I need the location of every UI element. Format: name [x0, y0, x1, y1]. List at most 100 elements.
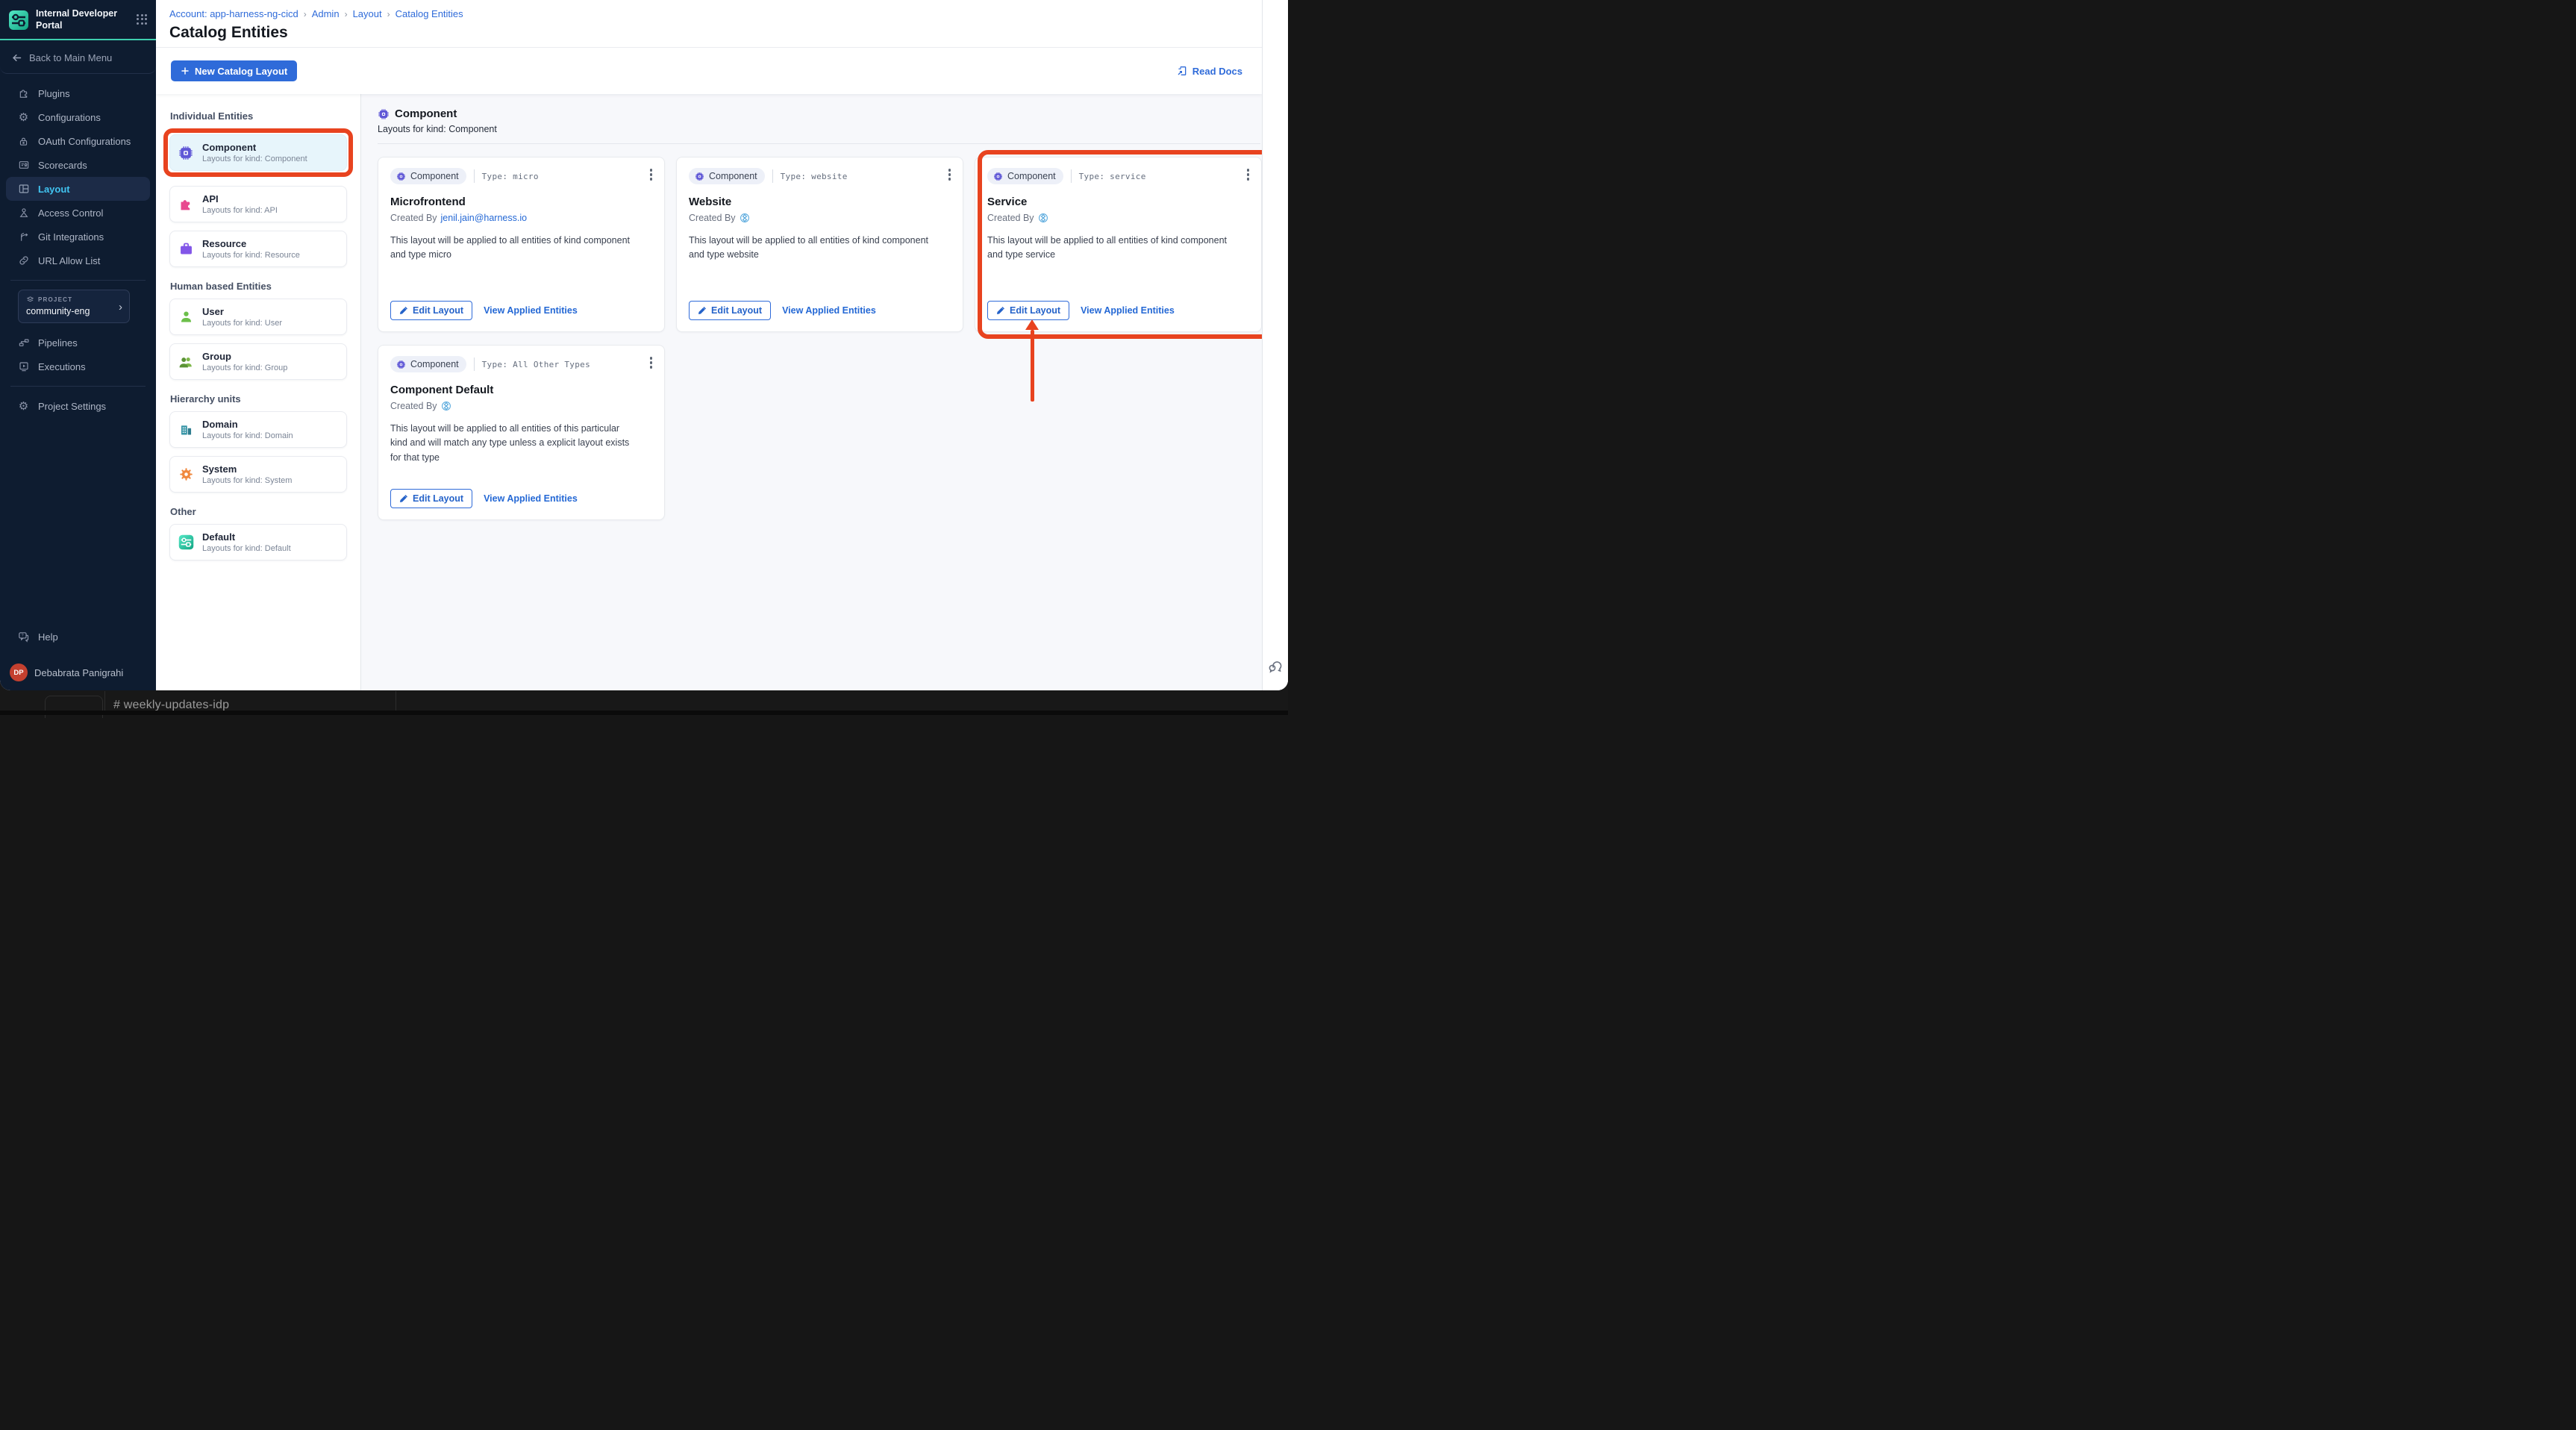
- sidebar-item-layout[interactable]: Layout: [6, 177, 150, 202]
- pipelines-icon: [17, 337, 30, 349]
- puzzle-icon: [17, 87, 30, 100]
- app-title: Internal Developer Portal: [36, 8, 118, 31]
- created-by-label: Created By: [689, 213, 736, 223]
- project-label: PROJECT: [38, 296, 73, 304]
- entity-item-title: Resource: [202, 238, 247, 249]
- pencil-icon: [400, 307, 407, 314]
- system-gear-icon: [178, 466, 194, 482]
- sidebar-item-label: Plugins: [38, 87, 70, 99]
- view-applied-entities-link[interactable]: View Applied Entities: [782, 305, 876, 316]
- view-applied-entities-link[interactable]: View Applied Entities: [1081, 305, 1175, 316]
- sidebar-item-label: Git Integrations: [38, 231, 104, 243]
- breadcrumb-account-link[interactable]: Account: app-harness-ng-cicd: [169, 8, 298, 19]
- entity-item-title: Default: [202, 531, 236, 543]
- toolbar: New Catalog Layout Read Docs: [156, 48, 1262, 94]
- entity-item-default[interactable]: Default Layouts for kind: Default: [169, 524, 347, 561]
- read-docs-link[interactable]: Read Docs: [1176, 65, 1242, 77]
- new-catalog-layout-label: New Catalog Layout: [195, 65, 288, 77]
- divider: [378, 143, 1260, 144]
- sidebar-item-label: Project Settings: [38, 400, 107, 412]
- breadcrumb-admin-link[interactable]: Admin: [312, 8, 340, 19]
- entity-item-api[interactable]: API Layouts for kind: API: [169, 186, 347, 222]
- kebab-menu-icon[interactable]: [648, 166, 655, 183]
- breadcrumb-layout-link[interactable]: Layout: [353, 8, 382, 19]
- layout-card-service: Component Type: service Service Created …: [975, 157, 1262, 332]
- sidebar-item-configurations[interactable]: ⚙ Configurations: [6, 105, 150, 129]
- sidebar-item-label: Access Control: [38, 207, 104, 219]
- layout-description: This layout will be applied to all entit…: [987, 235, 1228, 260]
- layout-cards-grid: Component Type: micro Microfrontend Crea…: [378, 150, 1281, 520]
- view-applied-entities-link[interactable]: View Applied Entities: [484, 493, 578, 504]
- annotation-box-component: Component Layouts for kind: Component: [163, 128, 353, 177]
- divider: [1070, 169, 1072, 183]
- sidebar-item-help[interactable]: ? Help: [6, 625, 150, 649]
- git-branch-icon: [17, 231, 30, 243]
- sidebar-item-scorecards[interactable]: Scorecards: [6, 153, 150, 177]
- gear-icon: ⚙: [18, 400, 29, 413]
- entity-item-subtitle: Layouts for kind: Group: [202, 363, 288, 372]
- edit-layout-label: Edit Layout: [413, 493, 464, 504]
- sidebar-item-oauth-configurations[interactable]: OAuth Configurations: [6, 129, 150, 153]
- sidebar-item-executions[interactable]: Executions: [6, 355, 150, 378]
- layouts-section: Component Layouts for kind: Component Co…: [361, 94, 1281, 690]
- app-grid-icon[interactable]: [137, 13, 149, 26]
- component-chip-icon: [397, 172, 405, 181]
- breadcrumb-current-link[interactable]: Catalog Entities: [396, 8, 463, 19]
- entity-item-subtitle: Layouts for kind: Domain: [202, 431, 293, 440]
- user-person-icon: [178, 309, 194, 325]
- plus-icon: [181, 67, 189, 75]
- component-chip-icon: [378, 108, 389, 119]
- gears-icon: ⚙: [18, 111, 29, 125]
- kebab-menu-icon[interactable]: [946, 166, 954, 183]
- back-to-main-menu[interactable]: Back to Main Menu: [0, 40, 156, 75]
- created-by-label: Created By: [390, 213, 437, 223]
- created-by-link[interactable]: jenil.jain@harness.io: [441, 213, 528, 223]
- sidebar-item-git-integrations[interactable]: Git Integrations: [6, 225, 150, 249]
- sidebar-item-plugins[interactable]: Plugins: [6, 81, 150, 105]
- right-rail: [1262, 0, 1288, 690]
- entity-kind-panel: Individual Entities Component Layouts fo…: [156, 94, 361, 690]
- user-name: Debabrata Panigrahi: [34, 666, 124, 678]
- idp-logo-icon: [9, 10, 28, 30]
- divider: [772, 169, 773, 183]
- sidebar-item-pipelines[interactable]: Pipelines: [6, 331, 150, 355]
- sidebar-item-url-allow-list[interactable]: URL Allow List: [6, 249, 150, 272]
- project-selector[interactable]: PROJECT community-eng ›: [18, 290, 130, 324]
- executions-icon: [17, 360, 30, 373]
- edit-layout-button[interactable]: Edit Layout: [689, 301, 772, 320]
- edit-layout-button[interactable]: Edit Layout: [390, 489, 473, 508]
- link-icon: [17, 255, 30, 267]
- edit-layout-button[interactable]: Edit Layout: [987, 301, 1070, 320]
- lock-icon: [17, 135, 30, 148]
- component-chip-icon: [397, 360, 405, 369]
- chevron-separator: ›: [344, 8, 348, 19]
- entity-item-user[interactable]: User Layouts for kind: User: [169, 299, 347, 335]
- sidebar-item-access-control[interactable]: Access Control: [6, 201, 150, 225]
- kebab-menu-icon[interactable]: [648, 355, 655, 371]
- kind-badge-label: Component: [709, 171, 757, 181]
- entity-item-title: Domain: [202, 419, 238, 430]
- entity-item-system[interactable]: System Layouts for kind: System: [169, 456, 347, 493]
- sidebar-item-label: OAuth Configurations: [38, 135, 131, 147]
- view-applied-entities-link[interactable]: View Applied Entities: [484, 305, 578, 316]
- entity-item-resource[interactable]: Resource Layouts for kind: Resource: [169, 231, 347, 267]
- pencil-icon: [997, 307, 1004, 314]
- stack-icon: [26, 296, 34, 302]
- entity-item-title: Component: [202, 142, 257, 153]
- sidebar-item-label: Layout: [38, 183, 70, 195]
- section-label: Hierarchy units: [170, 393, 241, 405]
- edit-layout-button[interactable]: Edit Layout: [390, 301, 473, 320]
- user-menu[interactable]: DP Debabrata Panigrahi: [0, 659, 156, 681]
- entity-item-group[interactable]: Group Layouts for kind: Group: [169, 343, 347, 380]
- background-divider: [104, 691, 105, 711]
- kebab-menu-icon[interactable]: [1245, 166, 1252, 183]
- chat-widget-icon[interactable]: [1266, 656, 1284, 674]
- entity-item-domain[interactable]: Domain Layouts for kind: Domain: [169, 411, 347, 448]
- entity-item-title: Group: [202, 351, 231, 362]
- section-label: Individual Entities: [170, 110, 254, 122]
- type-label: Type: website: [780, 171, 848, 181]
- entity-item-component[interactable]: Component Layouts for kind: Component: [169, 134, 347, 171]
- layout-card-microfrontend: Component Type: micro Microfrontend Crea…: [378, 157, 665, 332]
- new-catalog-layout-button[interactable]: New Catalog Layout: [171, 60, 298, 81]
- sidebar-item-project-settings[interactable]: ⚙ Project Settings: [6, 394, 150, 418]
